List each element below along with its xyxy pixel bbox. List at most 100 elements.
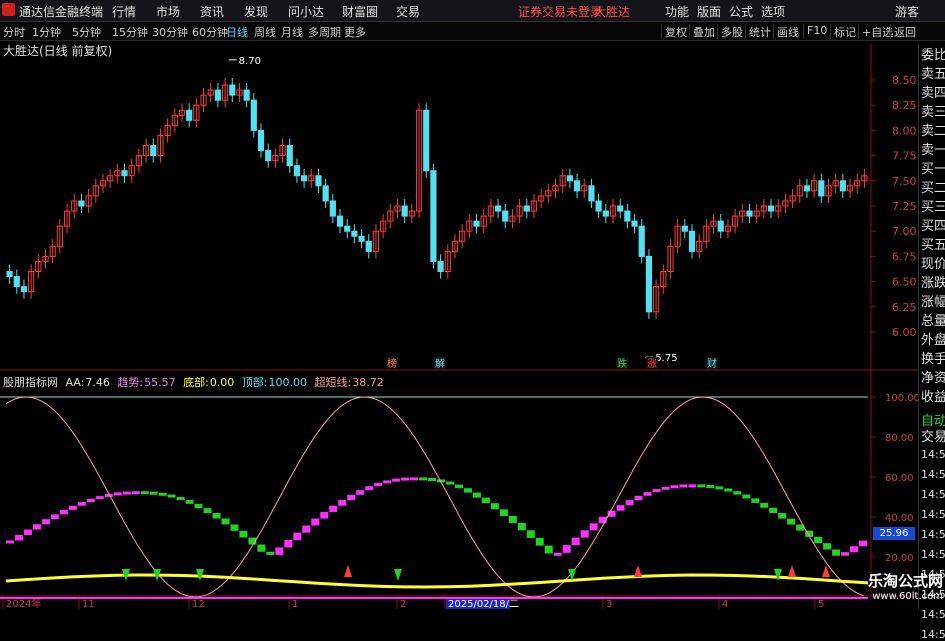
indicator-tick-label: 40.00	[885, 513, 914, 524]
trend-bar	[347, 494, 356, 501]
candle-body	[803, 185, 811, 192]
trend-bar	[221, 518, 230, 525]
low-annotation: 5.75	[655, 353, 677, 364]
trend-bar	[742, 494, 751, 499]
trend-bar	[562, 545, 571, 553]
x-label: 4	[722, 599, 728, 609]
trend-bar	[50, 514, 59, 520]
event-mark: 财	[707, 357, 717, 370]
candle-body	[365, 240, 372, 252]
side-label: 买一	[921, 162, 945, 177]
candle-body	[502, 210, 509, 222]
indicator-tick-label: 80.00	[885, 433, 914, 444]
x-label: 12	[192, 599, 205, 609]
side-label: 收益	[921, 390, 945, 405]
indicator-tick-label: 100.00	[885, 393, 918, 404]
trend-bar	[122, 491, 131, 495]
price-tick-label: 6.00	[892, 326, 917, 339]
trend-bar	[823, 543, 832, 550]
trend-bar	[302, 525, 311, 533]
side-label: 14:5	[921, 528, 945, 541]
trend-bar	[688, 484, 697, 488]
candle-body	[286, 145, 293, 167]
candle-body	[595, 200, 602, 212]
price-tick-label: 8.00	[892, 124, 917, 137]
side-label: 涨跌	[921, 276, 945, 291]
side-label: 14:5	[921, 508, 945, 521]
candle-body	[257, 129, 265, 152]
trend-bar	[463, 488, 472, 493]
event-mark: 解	[435, 357, 445, 370]
candle-body	[20, 286, 28, 293]
trend-bar	[140, 491, 149, 495]
candle-body	[265, 150, 272, 162]
trend-bar	[14, 534, 23, 541]
trend-bar	[778, 513, 787, 519]
trend-bar	[212, 513, 221, 519]
candle-body	[250, 99, 257, 131]
candle-body	[78, 200, 85, 207]
bottom-value: 0.00	[209, 376, 235, 389]
trend-bar	[751, 498, 760, 503]
trend-bar	[499, 509, 508, 516]
candle-body	[818, 180, 825, 197]
side-label: 14:5	[921, 448, 945, 461]
candle-body	[121, 170, 128, 177]
trend-bar	[374, 482, 383, 487]
trend-bar	[59, 509, 68, 515]
trend-bar	[86, 498, 95, 503]
candle-body	[293, 165, 301, 177]
up-arrow	[788, 565, 796, 577]
indicator-tick-label: 20.00	[885, 553, 914, 564]
aa-value: 7.46	[85, 376, 110, 389]
side-label: 涨幅	[921, 295, 945, 310]
indicator-tick-label: 60.00	[885, 473, 914, 484]
trend-bar	[481, 497, 490, 504]
trend-bar	[544, 545, 553, 554]
trend-bar	[706, 485, 715, 489]
price-tick-label: 7.75	[892, 150, 917, 163]
candle-body	[717, 220, 724, 232]
candle-body	[494, 205, 502, 212]
candle-body	[437, 260, 444, 273]
x-label: 1	[292, 599, 298, 609]
price-tick-label: 8.50	[892, 74, 917, 87]
candle-body	[473, 220, 480, 227]
trend-bar	[670, 485, 679, 489]
trend-bar	[230, 524, 239, 531]
trend-bar	[580, 530, 589, 538]
candle-body	[229, 84, 236, 96]
candle-body	[688, 230, 696, 252]
trend-bar	[616, 505, 625, 511]
candle-body	[315, 175, 322, 187]
down-arrow	[774, 569, 782, 581]
trend-bar	[6, 540, 14, 544]
chart-title: 大胜达(日线 前复权)	[3, 44, 113, 58]
trend-value: 55.57	[144, 376, 176, 389]
candle-body	[423, 109, 430, 172]
watermark: 乐淘公式网 www.60lt.com	[825, 569, 943, 609]
candle-body	[631, 220, 638, 227]
candle-body	[602, 210, 609, 217]
trend-bar	[203, 508, 212, 514]
trend-bar	[787, 518, 796, 525]
trend-bar	[113, 492, 122, 496]
trend-bar	[311, 518, 320, 526]
bottom-label: 底部:	[183, 376, 209, 389]
trend-label: 趋势:	[117, 376, 144, 389]
event-mark: 跌	[617, 357, 627, 370]
candle-body	[746, 210, 753, 217]
trend-bar	[517, 522, 526, 531]
down-arrow	[394, 569, 402, 581]
super-label: 超短线:	[314, 376, 352, 389]
trend-bar	[526, 530, 535, 538]
trend-bar	[275, 547, 284, 555]
side-label: 14:5	[921, 548, 945, 561]
x-label: 5	[818, 599, 824, 609]
side-label: 买四	[921, 219, 945, 234]
up-arrow	[344, 565, 352, 577]
trend-bar	[320, 511, 329, 519]
side-label: 交易	[921, 430, 945, 445]
trend-bar	[95, 496, 104, 500]
candle-body	[638, 225, 645, 257]
